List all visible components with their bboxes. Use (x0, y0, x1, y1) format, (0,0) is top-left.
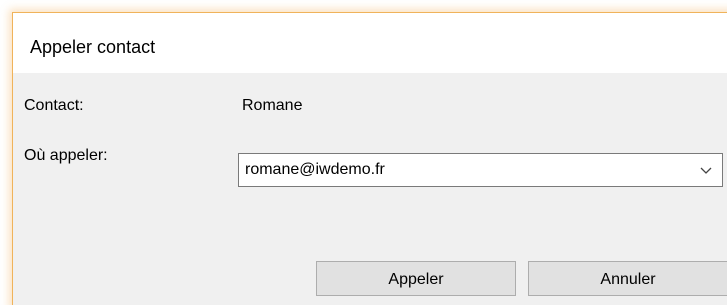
screenshot-canvas: Appeler contact Contact: Romane Où appel… (0, 0, 727, 305)
cancel-button[interactable]: Annuler (528, 261, 727, 296)
where-to-call-dropdown[interactable]: romane@iwdemo.fr (238, 153, 723, 187)
call-button[interactable]: Appeler (316, 261, 516, 296)
chevron-down-icon[interactable] (698, 162, 714, 178)
where-to-call-value: romane@iwdemo.fr (245, 161, 385, 178)
call-contact-dialog: Appeler contact Contact: Romane Où appel… (12, 12, 727, 305)
where-to-call-label: Où appeler: (24, 147, 108, 164)
dialog-titlebar: Appeler contact (13, 13, 727, 73)
dialog-body: Contact: Romane Où appeler: romane@iwdem… (13, 73, 727, 305)
contact-value: Romane (242, 97, 303, 114)
contact-label: Contact: (24, 97, 84, 114)
dialog-title: Appeler contact (30, 37, 156, 57)
